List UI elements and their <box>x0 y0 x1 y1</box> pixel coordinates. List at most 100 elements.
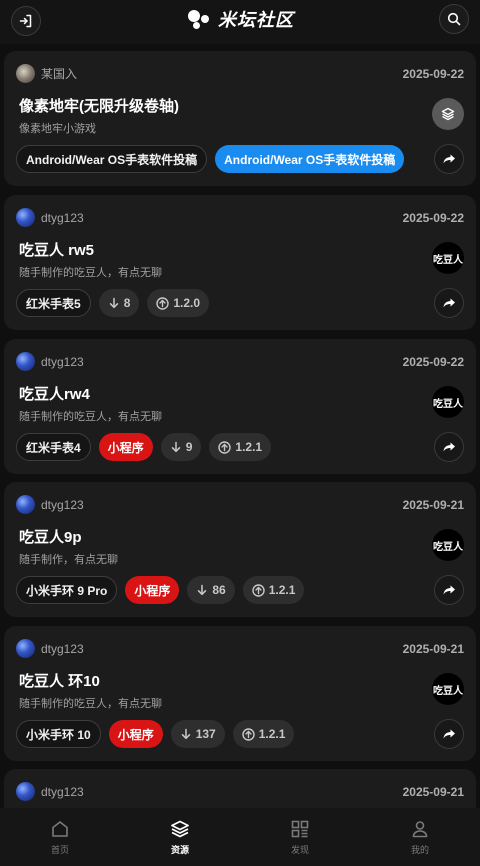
device-tag[interactable]: 红米手表5 <box>16 289 91 317</box>
resource-feed[interactable]: 某国入 2025-09-22 像素地牢(无限升级卷轴) 像素地牢小游戏 Andr… <box>0 44 480 808</box>
post-author[interactable]: dtyg123 <box>16 639 84 658</box>
user-icon <box>412 820 428 837</box>
device-tag[interactable]: 红米手表4 <box>16 433 91 461</box>
mini-program-tag[interactable]: 小程序 <box>108 720 163 748</box>
share-button[interactable] <box>434 432 464 462</box>
post-thumbnail: 吃豆人 <box>432 386 464 418</box>
share-icon <box>443 585 455 595</box>
nav-label: 资源 <box>170 844 189 855</box>
login-icon <box>19 14 32 28</box>
post-thumbnail: 吃豆人 <box>432 242 464 274</box>
download-count-value: 9 <box>185 440 193 454</box>
upgrade-icon <box>242 727 255 741</box>
post-thumbnail <box>432 98 464 130</box>
version-value: 1.2.1 <box>268 583 296 597</box>
post-thumbnail: 吃豆人 <box>432 529 464 561</box>
post-card[interactable]: dtyg123 2025-09-21 吃豆人 环10 随手制作的吃豆人，有点无聊… <box>4 626 476 761</box>
tag-row: 小米手环 9 Pro 小程序 86 1.2.1 <box>16 576 305 604</box>
category-tag-selected[interactable]: Android/Wear OS手表软件投稿 <box>215 145 405 173</box>
share-button[interactable] <box>434 144 464 174</box>
download-count-value: 137 <box>195 727 216 741</box>
author-name: dtyg123 <box>41 641 84 656</box>
author-name: dtyg123 <box>41 210 84 225</box>
download-count-value: 86 <box>212 583 226 597</box>
nav-label: 首页 <box>50 844 69 855</box>
discover-icon <box>291 820 309 837</box>
post-description: 随手制作的吃豆人，有点无聊 <box>19 267 162 279</box>
post-thumbnail: 吃豆人 <box>432 673 464 705</box>
home-icon <box>52 820 68 837</box>
login-button[interactable] <box>11 6 41 36</box>
upgrade-icon <box>156 296 170 310</box>
post-card[interactable]: dtyg123 2025-09-21 吃豆人9p 随手制作，有点无聊 吃豆人 小… <box>4 482 476 617</box>
share-icon <box>443 298 455 308</box>
download-count: 137 <box>170 720 225 748</box>
author-name: dtyg123 <box>41 784 84 799</box>
nav-home[interactable]: 首页 <box>0 808 120 866</box>
post-author[interactable]: 某国入 <box>16 64 77 83</box>
category-tag[interactable]: Android/Wear OS手表软件投稿 <box>16 145 208 173</box>
post-card[interactable]: dtyg123 2025-09-21 <box>4 769 476 808</box>
post-author[interactable]: dtyg123 <box>16 208 84 227</box>
download-count: 8 <box>98 289 140 317</box>
layers-icon <box>171 820 189 837</box>
download-icon <box>181 728 190 740</box>
post-date: 2025-09-22 <box>402 355 464 369</box>
share-button[interactable] <box>434 719 464 749</box>
post-description: 像素地牢小游戏 <box>19 123 96 135</box>
device-tag[interactable]: 小米手环 9 Pro <box>16 576 118 604</box>
download-icon <box>198 584 207 596</box>
layers-icon <box>441 107 455 121</box>
version-badge: 1.2.1 <box>242 576 305 604</box>
nav-discover[interactable]: 发现 <box>240 808 360 866</box>
app-logo: 米坛社区 <box>188 7 294 31</box>
avatar <box>16 782 35 801</box>
version-badge: 1.2.1 <box>232 720 295 748</box>
app-title: 米坛社区 <box>218 10 294 30</box>
share-icon <box>443 442 455 452</box>
post-title: 吃豆人rw4 <box>19 386 90 403</box>
tag-row: 红米手表5 8 1.2.0 <box>16 289 210 317</box>
post-title: 像素地牢(无限升级卷轴) <box>19 98 179 115</box>
post-card[interactable]: dtyg123 2025-09-22 吃豆人rw4 随手制作的吃豆人，有点无聊 … <box>4 339 476 474</box>
author-name: dtyg123 <box>41 354 84 369</box>
post-description: 随手制作的吃豆人，有点无聊 <box>19 411 162 423</box>
version-badge: 1.2.0 <box>147 289 210 317</box>
post-date: 2025-09-22 <box>402 211 464 225</box>
version-badge: 1.2.1 <box>209 433 272 461</box>
download-icon <box>109 297 118 309</box>
nav-profile[interactable]: 我的 <box>360 808 480 866</box>
post-description: 随手制作，有点无聊 <box>19 554 118 566</box>
post-author[interactable]: dtyg123 <box>16 782 84 801</box>
post-author[interactable]: dtyg123 <box>16 495 84 514</box>
post-description: 随手制作的吃豆人，有点无聊 <box>19 698 162 710</box>
share-button[interactable] <box>434 288 464 318</box>
post-author[interactable]: dtyg123 <box>16 352 84 371</box>
search-icon <box>447 12 461 26</box>
search-button[interactable] <box>439 4 469 34</box>
post-title: 吃豆人 rw5 <box>19 242 95 259</box>
mini-program-tag[interactable]: 小程序 <box>98 433 153 461</box>
nav-label: 发现 <box>290 844 309 855</box>
share-icon <box>443 154 455 164</box>
avatar <box>16 64 35 83</box>
post-date: 2025-09-21 <box>402 498 464 512</box>
avatar <box>16 639 35 658</box>
tag-row: 小米手环 10 小程序 137 1.2.1 <box>16 720 295 748</box>
share-button[interactable] <box>434 575 464 605</box>
post-title: 吃豆人 环10 <box>19 673 100 690</box>
mini-program-tag[interactable]: 小程序 <box>125 576 180 604</box>
nav-resources[interactable]: 资源 <box>120 808 240 866</box>
post-card[interactable]: 某国入 2025-09-22 像素地牢(无限升级卷轴) 像素地牢小游戏 Andr… <box>4 51 476 186</box>
download-count-value: 8 <box>123 296 131 310</box>
top-bar: 米坛社区 <box>0 0 480 44</box>
post-card[interactable]: dtyg123 2025-09-22 吃豆人 rw5 随手制作的吃豆人，有点无聊… <box>4 195 476 330</box>
post-date: 2025-09-21 <box>402 642 464 656</box>
download-count: 9 <box>160 433 202 461</box>
share-icon <box>443 729 455 739</box>
device-tag[interactable]: 小米手环 10 <box>16 720 101 748</box>
author-name: dtyg123 <box>41 497 84 512</box>
upgrade-icon <box>218 440 232 454</box>
avatar <box>16 495 35 514</box>
download-count: 86 <box>187 576 235 604</box>
